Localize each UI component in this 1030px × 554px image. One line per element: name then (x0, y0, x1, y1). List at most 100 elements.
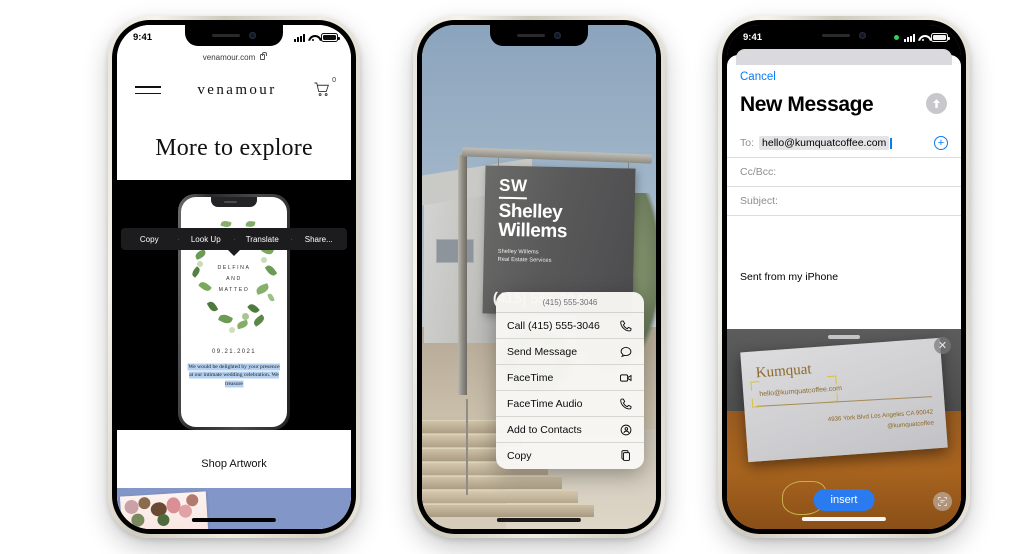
phone-icon (618, 396, 633, 411)
url-text: venamour.com (202, 52, 256, 62)
front-camera-icon (249, 32, 256, 39)
menu-item-label: Copy (507, 450, 532, 462)
page-title: More to explore (155, 135, 313, 161)
to-field[interactable]: To: hello@kumquatcoffee.com + (727, 129, 961, 158)
earpiece-speaker (822, 33, 850, 38)
menu-item-call[interactable]: Call (415) 555-3046 (496, 313, 644, 339)
text-selection-menu[interactable]: Copy Look Up Translate Share... (121, 228, 347, 250)
insert-button[interactable]: insert (813, 489, 875, 511)
live-text-detection-brackets (750, 375, 839, 408)
page-title: New Message (740, 93, 874, 116)
screenshot-stage: 9:41 venamour.com venamour 0 More to exp… (0, 0, 1030, 554)
floral-card-thumbnail[interactable] (119, 491, 209, 529)
sign-initials: SW (498, 175, 528, 200)
site-header: venamour 0 (117, 70, 351, 110)
invitation-paragraph[interactable]: We would be delighted by your presence a… (187, 363, 281, 388)
menu-item-look-up[interactable]: Look Up (177, 235, 235, 244)
text-caret (890, 137, 892, 149)
status-indicators (894, 33, 950, 42)
status-time: 9:41 (743, 32, 763, 43)
document-scanner-panel: ✕ Kumquat hello@kumquatcoffee.com 4936 Y… (727, 329, 961, 529)
address-bar[interactable]: venamour.com (117, 47, 351, 67)
send-arrow-icon[interactable] (926, 93, 947, 114)
invitation-date: 09.21.2021 (211, 349, 257, 355)
handrail (466, 399, 468, 495)
panel-grabber[interactable] (828, 335, 860, 339)
menu-item-copy[interactable]: Copy (121, 235, 178, 244)
site-brand[interactable]: venamour (197, 82, 276, 99)
menu-item-translate[interactable]: Translate (234, 235, 291, 244)
shopping-cart-icon[interactable]: 0 (313, 77, 336, 100)
message-bubble-icon (618, 344, 633, 359)
menu-item-label: FaceTime (507, 371, 554, 384)
agent-last-name: Willems (497, 220, 568, 243)
company-line-1: Shelley Willems (497, 248, 539, 256)
menu-item-share[interactable]: Share... (290, 235, 348, 244)
menu-item-facetime-audio[interactable]: FaceTime Audio (496, 391, 644, 417)
battery-icon (931, 33, 950, 42)
live-text-context-menu[interactable]: (415) 555-3046 Call (415) 555-3046 Send … (496, 292, 644, 469)
cc-bcc-field[interactable]: Cc/Bcc: (727, 158, 961, 187)
add-contact-icon (618, 422, 633, 437)
green-dot-icon (894, 35, 899, 40)
earpiece-speaker (212, 33, 240, 38)
company-line-2: Real Estate Services (497, 256, 552, 264)
menu-item-add-to-contacts[interactable]: Add to Contacts (496, 417, 644, 443)
menu-item-send-message[interactable]: Send Message (496, 339, 644, 365)
shop-artwork-link[interactable]: Shop Artwork (117, 458, 351, 470)
groom-name: MATTEO (218, 286, 250, 293)
text-scan-icon[interactable] (933, 492, 952, 511)
status-time: 9:41 (133, 32, 153, 43)
home-indicator[interactable] (191, 518, 277, 522)
subject-label: Subject: (740, 195, 778, 207)
battery-icon (321, 33, 340, 42)
front-camera-icon (554, 32, 561, 39)
signal-bars-icon (294, 33, 305, 42)
to-label: To: (740, 137, 755, 149)
menu-item-facetime[interactable]: FaceTime (496, 365, 644, 391)
mock-notch (211, 197, 257, 207)
close-icon[interactable]: ✕ (934, 337, 951, 354)
safari-page: 9:41 venamour.com venamour 0 More to exp… (117, 25, 351, 529)
context-menu-header: (415) 555-3046 (496, 292, 644, 313)
sign-post (458, 155, 467, 395)
message-body[interactable]: Sent from my iPhone (740, 271, 838, 283)
page-next-section (117, 488, 351, 529)
conjunction: AND (226, 275, 242, 282)
cancel-button[interactable]: Cancel (740, 71, 776, 83)
cart-count-badge: 0 (332, 77, 336, 84)
wifi-icon (918, 34, 928, 42)
hamburger-menu-icon[interactable] (135, 86, 161, 94)
card-address: 4936 York Blvd Los Angeles CA 90042 @kum… (827, 407, 935, 437)
sign-company: Shelley Willems Real Estate Services (498, 248, 552, 265)
phone-screen: SW Shelley Willems Shelley Willems Real … (422, 25, 656, 529)
menu-item-copy[interactable]: Copy (496, 443, 644, 469)
cc-bcc-label: Cc/Bcc: (740, 166, 777, 178)
add-circle-icon[interactable]: + (934, 136, 948, 150)
mail-app: 9:41 Cancel New Message To: hello@kumqua… (727, 25, 961, 529)
menu-item-label: Send Message (507, 345, 578, 358)
menu-pointer-arrow (228, 250, 240, 256)
phone-camera-live-text: SW Shelley Willems Shelley Willems Real … (413, 16, 665, 538)
invitation-names: DELFINA AND MATTEO (181, 263, 287, 296)
artwork-image: DELFINA AND MATTEO 09.21.2021 We would b… (117, 180, 351, 430)
subject-field[interactable]: Subject: (727, 187, 961, 216)
copy-icon (618, 449, 633, 464)
card-social-handle: @kumquatcoffee (887, 419, 935, 431)
lock-icon (260, 52, 268, 60)
menu-item-label: FaceTime Audio (507, 397, 583, 410)
status-indicators (294, 33, 340, 42)
phone-safari-venamour: 9:41 venamour.com venamour 0 More to exp… (108, 16, 360, 538)
home-indicator[interactable] (801, 517, 887, 521)
selected-text[interactable]: We would be delighted by your presence a… (188, 364, 280, 387)
phone-screen: 9:41 Cancel New Message To: hello@kumqua… (727, 25, 961, 529)
home-indicator[interactable] (496, 518, 582, 522)
camera-viewfinder: SW Shelley Willems Shelley Willems Real … (422, 25, 656, 529)
wifi-icon (308, 34, 318, 42)
bride-name: DELFINA (217, 265, 251, 271)
to-recipient-token[interactable]: hello@kumquatcoffee.com (759, 136, 890, 150)
phone-mail-compose: 9:41 Cancel New Message To: hello@kumqua… (718, 16, 970, 538)
business-card: Kumquat hello@kumquatcoffee.com 4936 Yor… (740, 337, 948, 463)
compose-sheet: Cancel New Message To: hello@kumquatcoff… (727, 55, 961, 529)
menu-item-label: Add to Contacts (507, 423, 582, 436)
